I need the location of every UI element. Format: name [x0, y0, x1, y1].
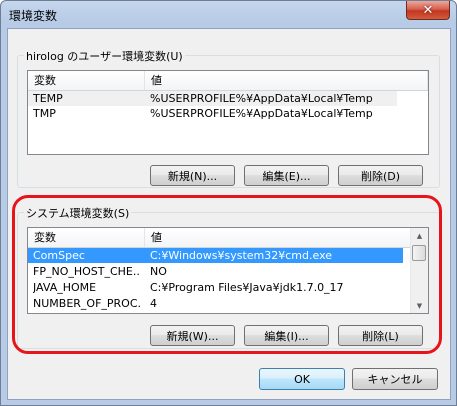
- system-var-value: C:¥Program Files¥Java¥jdk1.7.0_17: [150, 281, 344, 294]
- system-variables-group-title: システム環境変数(S): [24, 205, 132, 221]
- ok-button[interactable]: OK: [259, 368, 345, 390]
- system-variables-list[interactable]: 変数 値 ComSpec C:¥Windows¥system32¥cmd.exe…: [27, 227, 429, 314]
- system-var-row-selected[interactable]: ComSpec C:¥Windows¥system32¥cmd.exe: [28, 248, 403, 263]
- column-header-variable[interactable]: 変数: [28, 71, 145, 90]
- system-var-name: NUMBER_OF_PROC...: [33, 297, 141, 310]
- system-var-value: C:¥Windows¥system32¥cmd.exe: [150, 249, 333, 262]
- close-icon: ✕: [422, 2, 434, 18]
- system-new-button[interactable]: 新規(W)...: [150, 325, 235, 346]
- scrollbar-thumb[interactable]: [412, 245, 426, 261]
- system-edit-button[interactable]: 編集(I)...: [244, 325, 329, 346]
- user-var-value: %USERPROFILE%¥AppData¥Local¥Temp: [150, 92, 373, 105]
- user-variables-group-title: hirolog のユーザー環境変数(U): [24, 48, 185, 64]
- system-var-name: ComSpec: [33, 249, 85, 262]
- system-variables-list-header: 変数 値: [28, 228, 411, 248]
- scroll-up-arrow-icon[interactable]: ▲: [412, 228, 427, 243]
- user-var-row[interactable]: TMP %USERPROFILE%¥AppData¥Local¥Temp: [28, 106, 397, 121]
- system-var-name: FP_NO_HOST_CHE...: [33, 265, 141, 278]
- environment-variables-dialog: 環境変数 ✕ hirolog のユーザー環境変数(U) 変数 値 TEMP %U…: [0, 0, 457, 406]
- user-variables-group: hirolog のユーザー環境変数(U) 変数 値 TEMP %USERPROF…: [17, 48, 440, 188]
- system-var-value: NO: [150, 265, 167, 278]
- user-new-button[interactable]: 新規(N)...: [150, 165, 235, 186]
- column-header-value[interactable]: 値: [145, 71, 428, 90]
- system-var-row[interactable]: FP_NO_HOST_CHE... NO: [28, 264, 403, 279]
- scroll-down-arrow-icon[interactable]: ▼: [412, 298, 427, 313]
- user-variables-list[interactable]: 変数 値 TEMP %USERPROFILE%¥AppData¥Local¥Te…: [27, 70, 429, 155]
- system-var-row[interactable]: NUMBER_OF_PROC... 4: [28, 296, 403, 311]
- system-delete-button[interactable]: 削除(L): [338, 325, 423, 346]
- system-variables-group: システム環境変数(S) 変数 値 ComSpec C:¥Windows¥syst…: [17, 205, 440, 349]
- user-edit-button[interactable]: 編集(E)...: [244, 165, 329, 186]
- column-header-value[interactable]: 値: [145, 228, 411, 247]
- close-button[interactable]: ✕: [406, 1, 450, 20]
- cancel-button[interactable]: キャンセル: [352, 368, 438, 390]
- user-var-name: TEMP: [33, 92, 63, 105]
- user-var-row[interactable]: TEMP %USERPROFILE%¥AppData¥Local¥Temp: [28, 91, 397, 106]
- user-variables-list-header: 変数 値: [28, 71, 428, 91]
- title-bar[interactable]: 環境変数 ✕: [1, 1, 456, 27]
- user-delete-button[interactable]: 削除(D): [338, 165, 423, 186]
- system-list-scrollbar[interactable]: ▲ ▼: [410, 228, 428, 313]
- user-var-name: TMP: [33, 107, 56, 120]
- user-var-value: %USERPROFILE%¥AppData¥Local¥Temp: [150, 107, 373, 120]
- system-var-row[interactable]: JAVA_HOME C:¥Program Files¥Java¥jdk1.7.0…: [28, 280, 403, 295]
- system-var-value: 4: [150, 297, 157, 310]
- system-var-name: JAVA_HOME: [33, 281, 97, 294]
- window-title: 環境変数: [9, 9, 58, 23]
- column-header-variable[interactable]: 変数: [28, 228, 145, 247]
- dialog-client-area: hirolog のユーザー環境変数(U) 変数 値 TEMP %USERPROF…: [7, 28, 451, 400]
